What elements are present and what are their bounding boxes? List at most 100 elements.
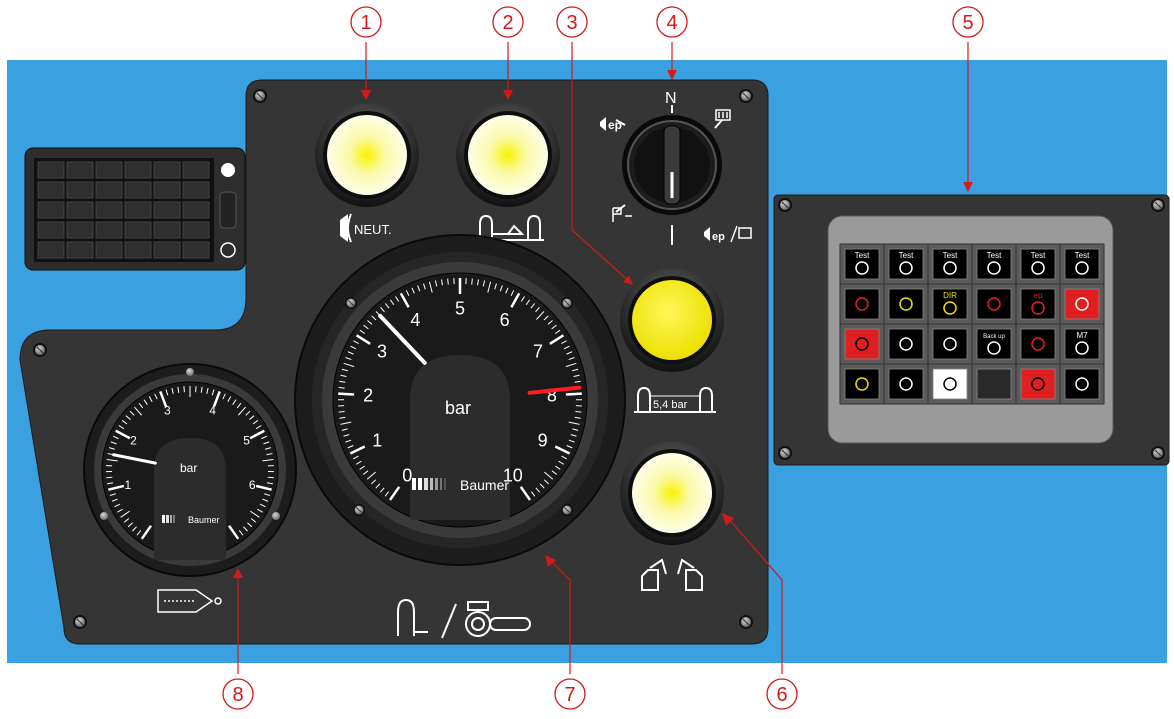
neutral-indicator-lamp[interactable]	[315, 103, 419, 207]
vent-slot	[66, 161, 94, 179]
screw-icon	[560, 503, 574, 517]
gauge-tick	[267, 476, 274, 479]
indicator-label: Test	[943, 251, 958, 260]
callout-number: 1	[360, 12, 371, 34]
gauge-unit: bar	[180, 461, 197, 475]
callout-8: 8	[222, 678, 254, 710]
indicator-lamp[interactable]	[932, 368, 968, 400]
indicator-lamp[interactable]	[888, 288, 924, 320]
gauge-tick-label: 0	[402, 466, 412, 486]
vent-slot	[124, 181, 152, 199]
air-vent	[24, 147, 246, 271]
callout-2: 2	[492, 6, 524, 38]
vent-slot	[37, 241, 65, 259]
door-indicator-lamp[interactable]	[620, 441, 724, 545]
gauge-tick-label: 7	[533, 342, 543, 362]
vent-slot	[153, 161, 181, 179]
indicator-lamp[interactable]	[844, 288, 880, 320]
brake-pressure-gauge: 012345678910 bar Baumer	[294, 234, 626, 566]
indicator-label: M7	[1076, 331, 1088, 340]
vent-slot	[153, 241, 181, 259]
callout-number: 4	[666, 12, 677, 34]
callout-7: 7	[554, 678, 586, 710]
screw-icon	[32, 342, 48, 358]
vent-slot	[124, 241, 152, 259]
gauge-tick-label: 4	[410, 310, 420, 330]
callout-1: 1	[350, 6, 382, 38]
screw-icon	[738, 88, 754, 104]
vent-slot	[66, 181, 94, 199]
vent-slot	[66, 241, 94, 259]
screw-icon	[560, 296, 574, 310]
brake-indicator-lamp[interactable]	[456, 103, 560, 207]
pressure-warning-lamp[interactable]	[620, 268, 724, 372]
indicator-lamp[interactable]	[1064, 368, 1100, 400]
screw-icon	[252, 88, 268, 104]
vent-slot	[182, 221, 210, 239]
callout-number: 2	[502, 12, 513, 34]
vent-slot	[124, 161, 152, 179]
vent-slot	[37, 221, 65, 239]
indicator-lamp[interactable]	[1020, 328, 1056, 360]
indicator-lamp[interactable]	[888, 368, 924, 400]
gauge-tick	[106, 476, 113, 479]
screw-icon	[1150, 197, 1166, 213]
vent-slot	[37, 201, 65, 219]
vent-slot	[124, 201, 152, 219]
gauge-tick	[575, 411, 582, 413]
gauge-tick-label: 3	[377, 342, 387, 362]
mode-rotary-switch[interactable]	[622, 115, 722, 215]
switch-position-n: N	[665, 90, 677, 107]
gauge-tick-label: 9	[538, 431, 548, 451]
vent-slot	[95, 221, 123, 239]
indicator-lamp[interactable]	[976, 288, 1012, 320]
gauge-brand: Baumer	[460, 477, 509, 493]
indicator-lamp[interactable]	[932, 328, 968, 360]
vent-indicator-open-icon	[221, 163, 235, 177]
callout-number: 5	[962, 12, 973, 34]
indicator-lamp[interactable]	[1020, 368, 1056, 400]
vent-slot	[182, 201, 210, 219]
indicator-label: Test	[855, 251, 870, 260]
vent-slot	[66, 201, 94, 219]
indicator-lamp[interactable]	[888, 328, 924, 360]
screw-icon	[738, 614, 754, 630]
callout-number: 7	[564, 684, 575, 706]
callout-5: 5	[952, 6, 984, 38]
vent-slot	[153, 181, 181, 199]
gauge-brand: Baumer	[188, 515, 220, 525]
screw-icon	[777, 197, 793, 213]
gauge-tick-label: 2	[363, 385, 373, 405]
callout-number: 3	[566, 12, 577, 34]
vent-slot	[95, 241, 123, 259]
indicator-label: Test	[1075, 251, 1090, 260]
vent-slot	[153, 221, 181, 239]
screw-icon	[352, 503, 366, 517]
callout-3: 3	[556, 6, 588, 38]
indicator-lamp[interactable]	[1064, 288, 1100, 320]
indicator-label: DIR	[943, 291, 957, 300]
secondary-pressure-gauge: 1 2 3 4 5 6 bar Baumer	[83, 363, 297, 577]
vent-slot	[182, 241, 210, 259]
neutral-label: NEUT.	[354, 222, 392, 237]
indicator-lamp[interactable]	[844, 368, 880, 400]
screw-icon	[1150, 445, 1166, 461]
gauge-tick-label: 1	[372, 431, 382, 451]
indicator-lamp[interactable]	[976, 368, 1012, 400]
screw-icon	[72, 614, 88, 630]
vent-slot	[153, 201, 181, 219]
pressure-label: 5,4 bar	[653, 399, 688, 411]
indicator-lamp[interactable]	[844, 328, 880, 360]
indicator-label: Back up	[983, 334, 1005, 340]
gauge-tick	[471, 278, 473, 285]
gauge-unit: bar	[445, 398, 471, 418]
baumer-logo-icon	[162, 515, 175, 523]
callout-number: 6	[776, 684, 787, 706]
indicator-label: Test	[987, 251, 1002, 260]
vent-slot	[95, 181, 123, 199]
gauge-tick-label: 1	[124, 478, 131, 492]
gauge-tick-label: 6	[249, 478, 256, 492]
vent-slot	[182, 181, 210, 199]
callout-6: 6	[766, 678, 798, 710]
vent-slot	[37, 181, 65, 199]
